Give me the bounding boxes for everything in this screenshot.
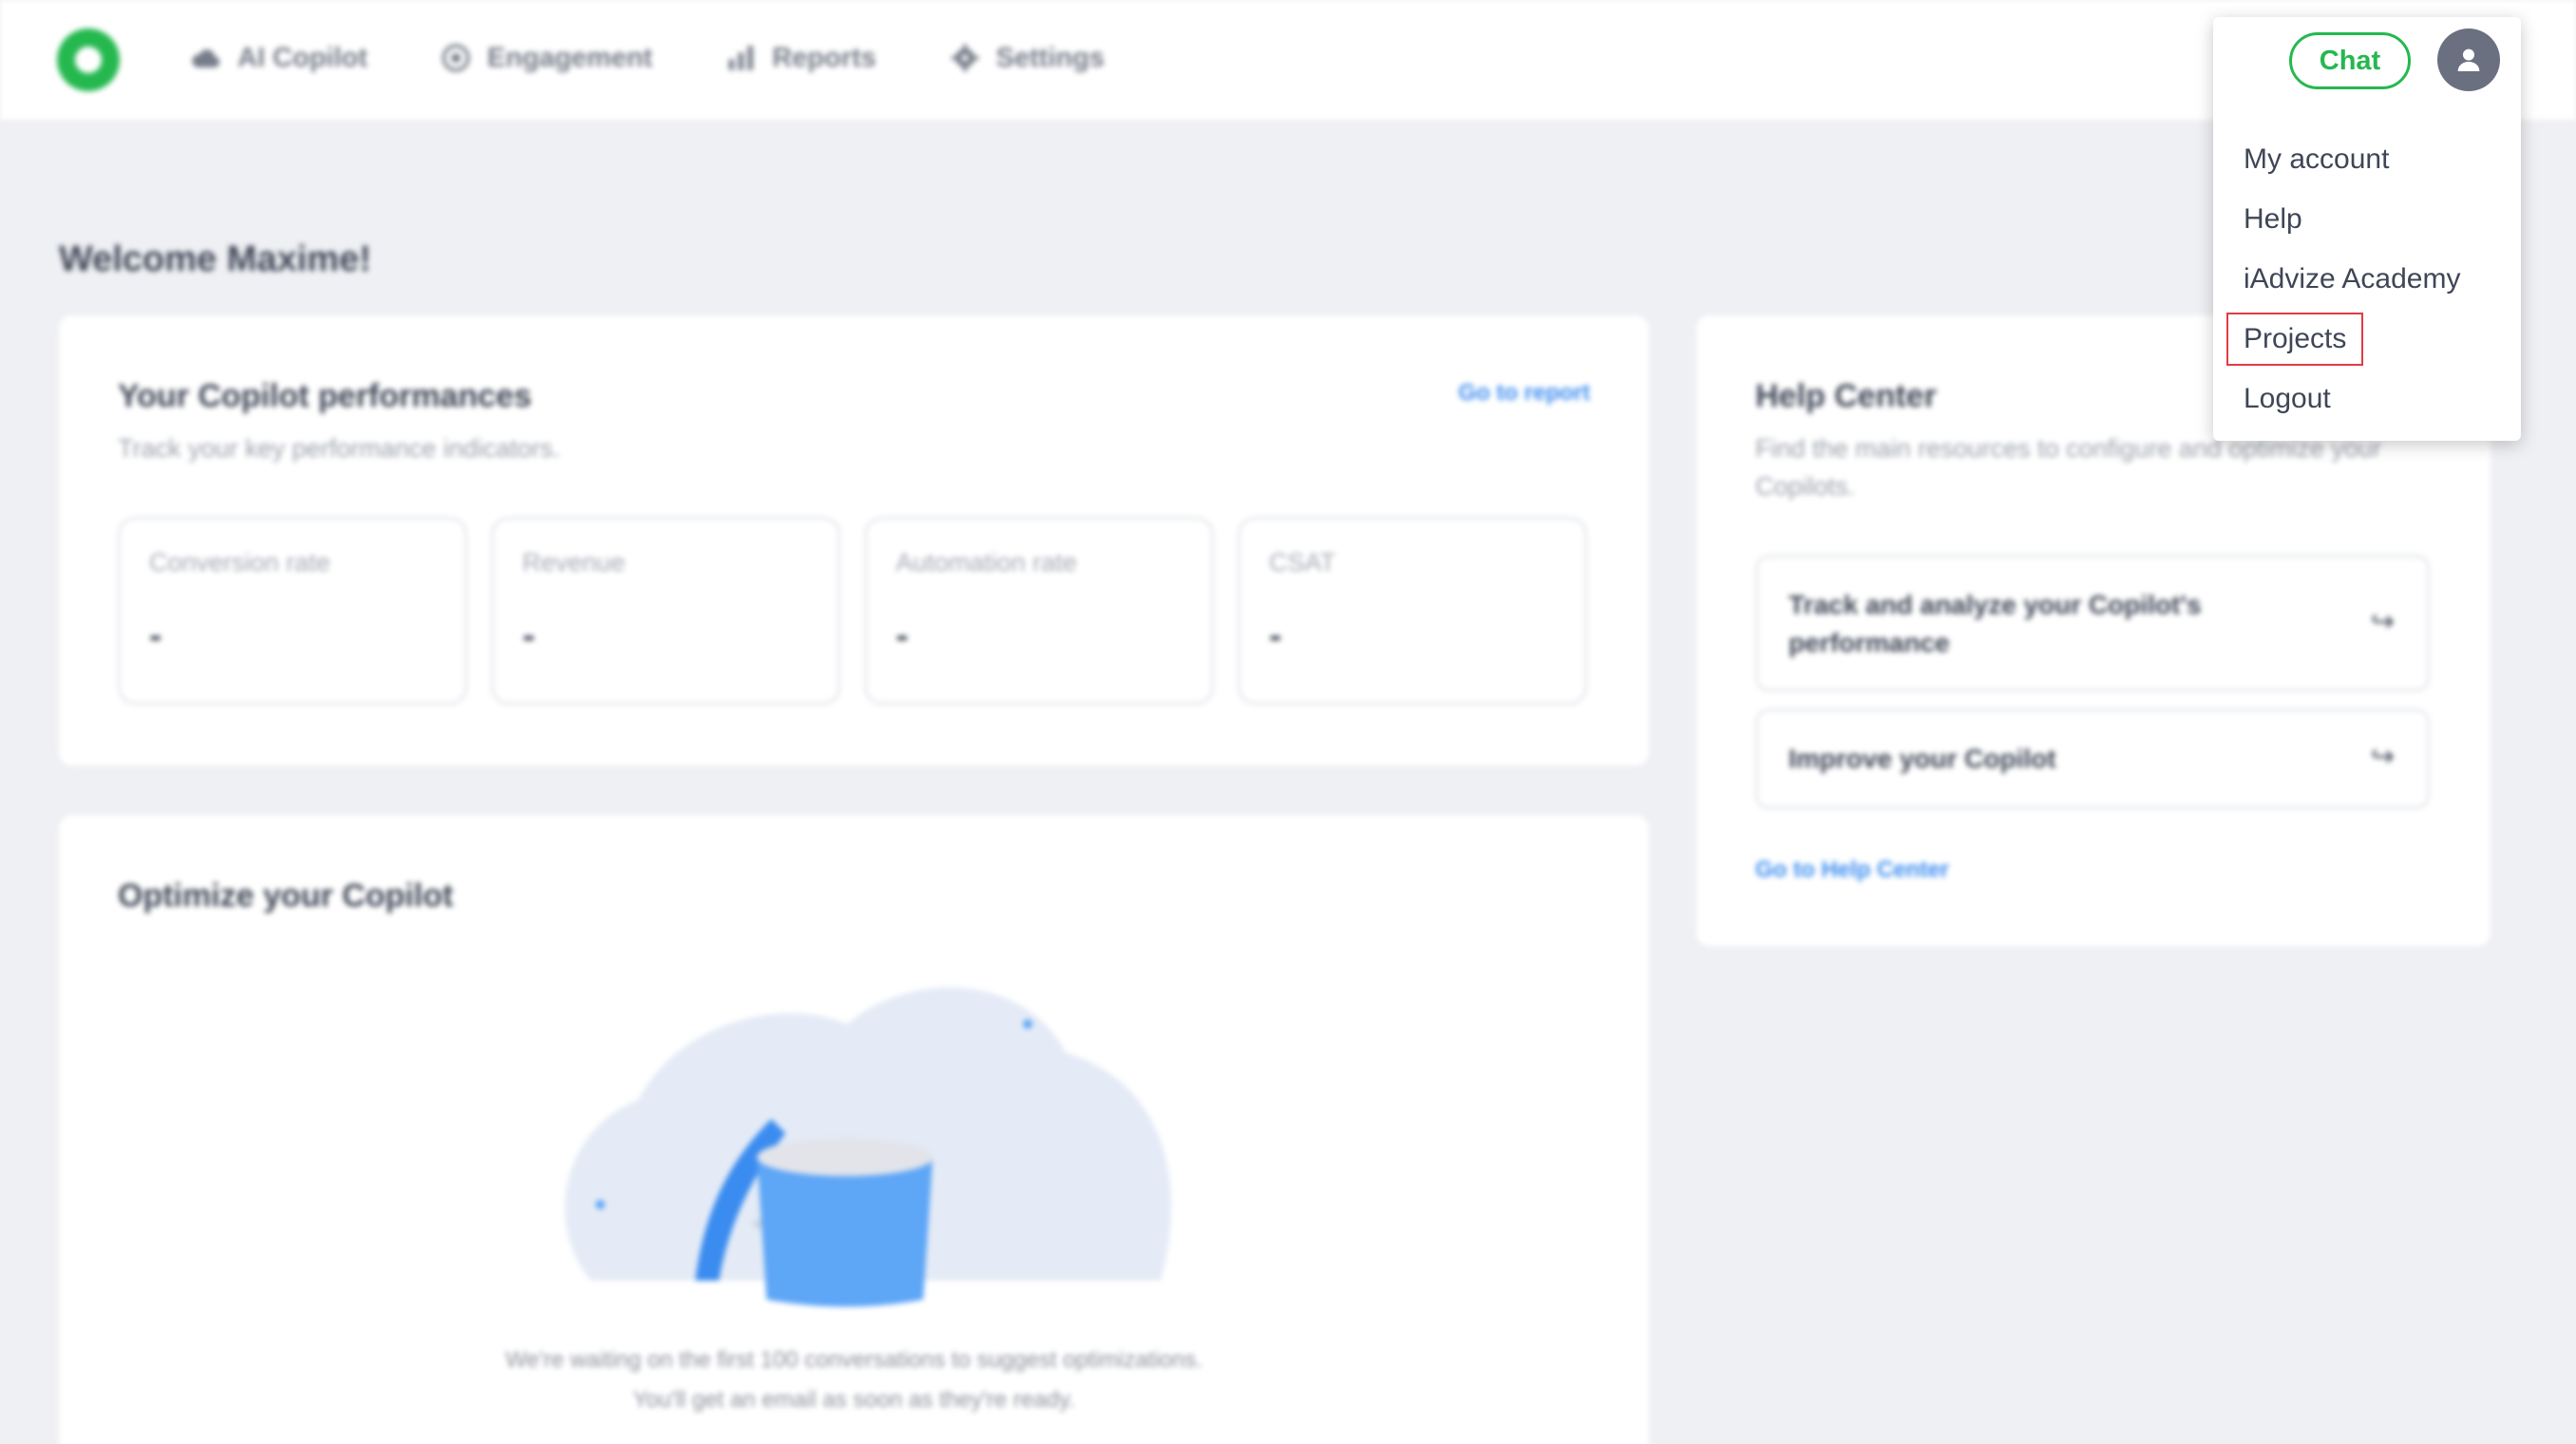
- gear-icon: [951, 44, 978, 72]
- kpi-value: -: [1269, 615, 1282, 656]
- nav-label: AI Copilot: [237, 42, 368, 73]
- kpi-value: -: [522, 615, 536, 656]
- kpi-label: Revenue: [522, 548, 626, 577]
- kpi-label: CSAT: [1269, 548, 1336, 577]
- waiting-message-line-1: We're waiting on the first 100 conversat…: [505, 1347, 1203, 1373]
- card-subtitle: Track your key performance indicators.: [118, 434, 560, 463]
- go-to-report-link[interactable]: Go to report: [1458, 380, 1590, 407]
- user-icon: [2457, 48, 2480, 71]
- nav-label: Engagement: [486, 42, 653, 73]
- account-dropdown-menu: Chat My account Help iAdvize Academy Pro…: [2213, 17, 2521, 441]
- kpi-label: Conversion rate: [149, 548, 331, 577]
- go-to-help-center-link[interactable]: Go to Help Center: [1755, 857, 1949, 884]
- kpi-card-conversion-rate: Conversion rate -: [118, 517, 467, 705]
- help-item-label: Track and analyze your Copilot's perform…: [1789, 590, 2202, 657]
- cloud-icon: [192, 49, 220, 67]
- menu-item-logout[interactable]: Logout: [2244, 378, 2331, 420]
- waiting-illustration: [564, 987, 1172, 1307]
- help-item-improve-copilot[interactable]: Improve your Copilot ↪: [1755, 709, 2430, 809]
- kpi-value: -: [149, 615, 162, 656]
- target-icon: [442, 44, 470, 72]
- share-arrow-icon: ↪: [2370, 741, 2395, 772]
- nav-item-ai-copilot[interactable]: AI Copilot: [190, 34, 368, 82]
- iadvize-logo[interactable]: [57, 28, 120, 91]
- waiting-message-line-2: You'll get an email as soon as they're r…: [633, 1387, 1075, 1413]
- welcome-heading: Welcome Maxime!: [59, 239, 371, 279]
- nav-label: Reports: [771, 42, 877, 73]
- card-title: Optimize your Copilot: [118, 878, 454, 914]
- menu-item-iadvize-academy[interactable]: iAdvize Academy: [2244, 258, 2460, 300]
- kpi-card-csat: CSAT -: [1238, 517, 1587, 705]
- card-title: Help Center: [1755, 378, 1937, 414]
- nav-item-settings[interactable]: Settings: [949, 34, 1105, 82]
- kpi-label: Automation rate: [896, 548, 1077, 577]
- background-app: AI Copilot Engagement Reports Settings W…: [0, 0, 2576, 1444]
- card-title: Your Copilot performances: [118, 378, 532, 414]
- kpi-card-revenue: Revenue -: [491, 517, 841, 705]
- nav-item-engagement[interactable]: Engagement: [440, 34, 653, 82]
- nav-item-reports[interactable]: Reports: [725, 34, 877, 82]
- nav-label: Settings: [995, 42, 1105, 73]
- main-nav: AI Copilot Engagement Reports Settings: [190, 34, 1177, 82]
- menu-item-my-account[interactable]: My account: [2244, 139, 2389, 180]
- share-arrow-icon: ↪: [2370, 606, 2395, 637]
- kpi-card-automation-rate: Automation rate -: [864, 517, 1214, 705]
- menu-item-projects[interactable]: Projects: [2226, 313, 2364, 366]
- bar-chart-icon: [729, 46, 753, 70]
- optimize-copilot-card: Optimize your Copilot We're waiting on t…: [59, 815, 1649, 1444]
- top-navigation-bar: AI Copilot Engagement Reports Settings: [0, 0, 2576, 120]
- help-item-track-performance[interactable]: Track and analyze your Copilot's perform…: [1755, 555, 2430, 692]
- user-avatar[interactable]: [2437, 28, 2500, 91]
- chat-button[interactable]: Chat: [2289, 32, 2411, 89]
- help-item-label: Improve your Copilot: [1789, 744, 2056, 773]
- card-subtitle: Find the main resources to configure and…: [1755, 434, 2381, 501]
- copilot-performance-card: Your Copilot performances Track your key…: [59, 315, 1649, 766]
- kpi-value: -: [896, 615, 909, 656]
- menu-item-help[interactable]: Help: [2244, 199, 2302, 240]
